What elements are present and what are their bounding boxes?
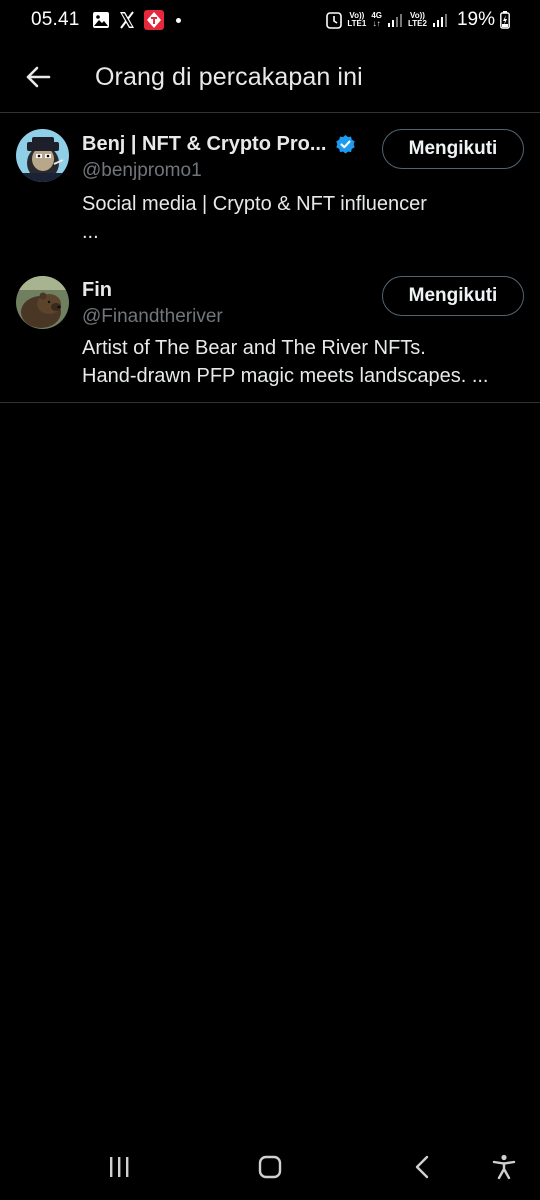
recents-button[interactable] (99, 1154, 139, 1184)
user-handle: @Finandtheriver (82, 306, 223, 327)
accessibility-button[interactable] (484, 1154, 524, 1184)
back-chevron-icon (414, 1155, 430, 1184)
network-4g-label: 4G ↓↑ (371, 12, 382, 28)
user-bio: Artist of The Bear and The River NFTs. H… (82, 337, 489, 387)
system-nav-bar (0, 1140, 540, 1196)
verified-badge-icon (335, 134, 356, 155)
top-bar: Orang di percakapan ini (0, 48, 540, 112)
home-button[interactable] (250, 1154, 290, 1184)
battery-charging-icon (500, 11, 510, 29)
following-button[interactable]: Mengikuti (382, 276, 524, 316)
user-name-row: Fin (82, 279, 112, 302)
tokopedia-app-icon (143, 10, 164, 30)
avatar[interactable] (16, 129, 69, 182)
notification-dot-icon (175, 17, 181, 23)
user-bio: Social media | Crypto & NFT influencer .… (82, 193, 427, 243)
x-app-icon (118, 11, 136, 29)
user-name[interactable]: Benj | NFT & Crypto Pro... (82, 133, 327, 156)
user-handle: @benjpromo1 (82, 160, 202, 181)
avatar[interactable] (16, 276, 69, 329)
user-list-item[interactable]: Fin @Finandtheriver Artist of The Bear a… (0, 257, 540, 402)
sim2-lte: LTE2 (408, 19, 427, 28)
arrow-left-icon (25, 65, 51, 94)
status-right: Vo)) LTE1 4G ↓↑ Vo)) LTE2 19% (326, 9, 510, 31)
status-time: 05.41 (31, 9, 80, 30)
user-list-item[interactable]: Benj | NFT & Crypto Pro... @benjpromo1 S… (0, 113, 540, 256)
status-bar: 05.41 Vo)) LTE1 4G ↓↑ Vo)) LTE2 19% (0, 0, 540, 40)
list-divider (0, 402, 540, 403)
signal-icon-2 (432, 12, 448, 28)
sim2-label: Vo)) LTE2 (408, 12, 427, 28)
user-name-row: Benj | NFT & Crypto Pro... (82, 133, 356, 156)
following-button[interactable]: Mengikuti (382, 129, 524, 169)
battery-percent: 19% (456, 9, 495, 30)
user-name[interactable]: Fin (82, 279, 112, 302)
net-arrows: ↓↑ (372, 19, 381, 28)
accessibility-icon (492, 1154, 516, 1185)
signal-icon (387, 12, 403, 28)
status-left: 05.41 (31, 9, 181, 31)
screen: 05.41 Vo)) LTE1 4G ↓↑ Vo)) LTE2 19% Oran… (0, 0, 540, 1200)
sim1-lte: LTE1 (347, 19, 367, 28)
page-title: Orang di percakapan ini (95, 63, 363, 91)
sim1-label: Vo)) LTE1 (347, 12, 366, 28)
nav-back-button[interactable] (402, 1154, 442, 1184)
home-icon (258, 1155, 282, 1184)
gallery-icon (92, 11, 110, 29)
recents-icon (107, 1156, 131, 1183)
alarm-icon (326, 11, 343, 29)
back-button[interactable] (22, 63, 54, 95)
